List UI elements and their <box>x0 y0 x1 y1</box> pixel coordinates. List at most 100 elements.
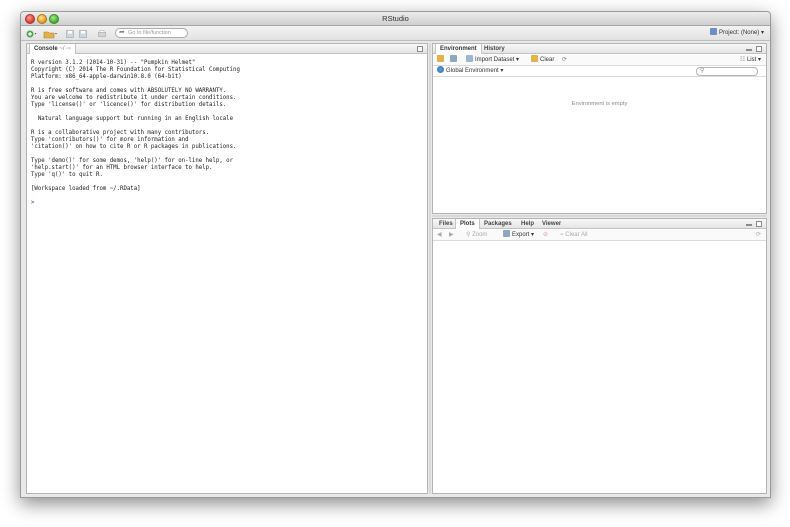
environment-search-input[interactable]: ⚲ <box>696 67 758 76</box>
goto-file-function-input[interactable]: ➦ Go to file/function <box>115 28 188 38</box>
environment-empty-message: Environment is empty <box>571 101 628 107</box>
remove-plot-icon: ⊘ <box>543 232 549 238</box>
console-output[interactable]: R version 3.1.2 (2014-10-31) -- "Pumpkin… <box>31 60 423 489</box>
refresh-plots-button[interactable]: ⟳ <box>756 230 761 241</box>
close-window-button[interactable] <box>25 14 35 24</box>
files-plots-pane: Files Plots Packages Help Viewer ◀ ▶ ⚲ Z… <box>432 218 767 494</box>
console-line: Natural language support but running in … <box>31 116 234 122</box>
console-line: You are welcome to redistribute it under… <box>31 95 237 101</box>
open-folder-icon <box>43 31 57 38</box>
pane-splitter-vertical[interactable] <box>429 43 431 494</box>
minimize-window-button[interactable] <box>37 14 47 24</box>
environment-toolbar: Import Dataset ▾ Clear ⟳ ☷ List ▾ <box>433 55 766 66</box>
plots-toolbar: ◀ ▶ ⚲ Zoom Export ▾ ⊘ ⌁ Clear All ⟳ <box>433 230 766 241</box>
tab-history[interactable]: History <box>480 44 509 54</box>
remove-plot-button[interactable]: ⊘ <box>543 230 548 241</box>
console-line: R is free software and comes with ABSOLU… <box>31 88 227 94</box>
print-button[interactable] <box>97 28 106 39</box>
arrow-right-icon: ▶ <box>449 232 454 238</box>
tab-viewer[interactable]: Viewer <box>538 219 565 229</box>
project-label: Project: (None) <box>718 30 760 36</box>
next-plot-button[interactable]: ▶ <box>449 230 454 241</box>
env-maximize-button[interactable] <box>756 46 762 52</box>
pane-splitter-horizontal[interactable] <box>432 215 767 217</box>
save-icon <box>450 55 457 62</box>
scope-label: Global Environment <box>446 68 499 74</box>
console-line: Type 'contributors()' for more informati… <box>31 137 189 143</box>
tab-environment[interactable]: Environment <box>435 44 482 54</box>
files-pane-header: Files Plots Packages Help Viewer <box>433 219 766 229</box>
main-toolbar: ➦ Go to file/function Project: (None) ▾ <box>21 26 770 41</box>
save-all-icon <box>78 29 87 38</box>
zoom-window-button[interactable] <box>49 14 59 24</box>
zoom-label: Zoom <box>472 232 488 238</box>
refresh-button[interactable]: ⟳ <box>562 55 567 66</box>
console-prompt[interactable]: > <box>31 200 423 207</box>
save-button[interactable] <box>65 28 74 39</box>
console-goto-dir-icon[interactable]: ⇨ <box>66 46 71 52</box>
load-workspace-button[interactable] <box>437 55 446 66</box>
save-workspace-button[interactable] <box>450 55 459 66</box>
export-dropdown[interactable]: Export ▾ <box>503 230 534 241</box>
environment-pane: Environment History Import Dataset ▾ Cle… <box>432 43 767 214</box>
console-line: R version 3.1.2 (2014-10-31) -- "Pumpkin… <box>31 60 196 66</box>
rstudio-window: RStudio ➦ Go to file/function Project: (… <box>20 11 771 498</box>
tab-help[interactable]: Help <box>517 219 538 229</box>
previous-plot-button[interactable]: ◀ <box>437 230 442 241</box>
list-label: List <box>746 57 757 63</box>
env-minimize-button[interactable] <box>746 49 752 51</box>
save-all-button[interactable] <box>78 28 87 39</box>
tab-files[interactable]: Files <box>435 219 457 229</box>
console-line: 'citation()' on how to cite R or R packa… <box>31 144 237 150</box>
clear-workspace-button[interactable]: Clear <box>531 55 554 66</box>
console-maximize-button[interactable] <box>417 46 423 52</box>
save-icon <box>65 29 74 38</box>
console-path: ~/ <box>59 46 65 52</box>
environment-scope-bar: Global Environment ▾ ⚲ <box>433 66 766 77</box>
console-line: 'help.start()' for an HTML browser inter… <box>31 165 213 171</box>
arrow-left-icon: ◀ <box>437 232 442 238</box>
search-icon: ⚲ <box>700 68 705 74</box>
console-line: Type 'demo()' for some demos, 'help()' f… <box>31 158 234 164</box>
console-line: Type 'license()' or 'licence()' for dist… <box>31 102 227 108</box>
console-line: R is a collaborative project with many c… <box>31 130 210 136</box>
export-icon <box>503 230 510 237</box>
tab-console[interactable]: Console ~/ ⇨ <box>29 44 77 54</box>
console-tab-label: Console <box>34 46 58 52</box>
open-folder-icon <box>437 55 444 62</box>
import-dataset-label: Import Dataset <box>475 57 515 63</box>
global-environment-dropdown[interactable]: Global Environment ▾ <box>437 66 503 77</box>
tab-packages[interactable]: Packages <box>480 219 516 229</box>
open-project-button[interactable] <box>43 28 59 39</box>
project-menu[interactable]: Project: (None) ▾ <box>709 28 764 39</box>
clear-all-plots-button[interactable]: ⌁ Clear All <box>560 230 588 241</box>
import-dataset-button[interactable]: Import Dataset ▾ <box>466 55 519 66</box>
print-icon <box>97 29 106 37</box>
project-icon <box>709 28 717 35</box>
view-mode-dropdown[interactable]: ☷ List ▾ <box>740 55 761 66</box>
console-line: [Workspace loaded from ~/.RData] <box>31 186 141 192</box>
export-label: Export <box>512 232 530 238</box>
zoom-button[interactable]: ⚲ Zoom <box>466 230 487 241</box>
list-grid-icon: ☷ <box>739 57 746 63</box>
broom-icon: ⌁ <box>560 232 564 238</box>
title-bar: RStudio <box>21 12 770 26</box>
window-title: RStudio <box>382 14 409 23</box>
import-icon <box>466 55 473 62</box>
broom-icon <box>531 55 538 62</box>
plots-minimize-button[interactable] <box>746 224 752 226</box>
plots-maximize-button[interactable] <box>756 221 762 227</box>
tab-plots[interactable]: Plots <box>455 219 480 229</box>
clear-all-label: Clear All <box>565 232 588 238</box>
console-pane: Console ~/ ⇨ R version 3.1.2 (2014-10-31… <box>26 43 428 494</box>
clear-label: Clear <box>540 57 555 63</box>
new-file-button[interactable] <box>25 28 39 39</box>
zoom-icon: ⚲ <box>466 232 471 238</box>
console-line: Platform: x86_64-apple-darwin10.8.0 (64-… <box>31 74 182 80</box>
